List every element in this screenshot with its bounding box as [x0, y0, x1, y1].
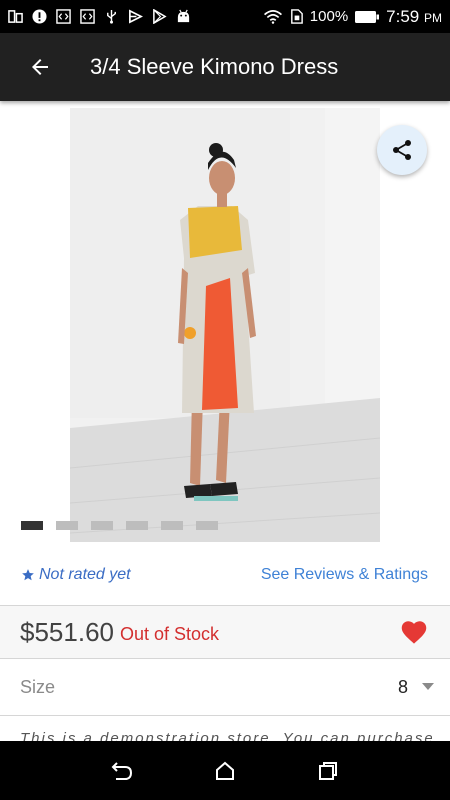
dropdown-arrow-icon [422, 683, 434, 690]
arrow-back-icon [32, 59, 48, 75]
product-photo[interactable] [70, 108, 380, 542]
back-button[interactable] [17, 44, 63, 90]
size-value: 8 [397, 676, 408, 697]
usb-icon [104, 9, 119, 24]
apps-icon [8, 9, 23, 24]
divider [0, 715, 450, 716]
status-bar: 100% 7:59 PM [0, 0, 450, 33]
pager-dot-1[interactable] [21, 521, 43, 530]
page-title: 3/4 Sleeve Kimono Dress [90, 54, 339, 79]
flag-icon [128, 9, 143, 24]
image-pager [21, 521, 218, 530]
clock-time: 7:59 [386, 6, 420, 26]
share-icon [393, 140, 411, 160]
alert-icon [32, 9, 47, 24]
size-row: Size 8 [0, 659, 450, 715]
battery-percent: 100% [309, 8, 349, 25]
stock-status: Out of Stock [119, 623, 220, 644]
android-icon [176, 9, 191, 24]
code-icon [56, 9, 71, 24]
play-store-icon [152, 9, 167, 24]
pager-dot-3[interactable] [91, 521, 113, 530]
star-icon [22, 569, 34, 581]
pager-dot-4[interactable] [126, 521, 148, 530]
nav-back-button[interactable] [102, 751, 142, 791]
pager-dot-5[interactable] [161, 521, 183, 530]
size-select[interactable]: 8 [398, 677, 434, 698]
size-label: Size [20, 676, 56, 697]
see-reviews-link[interactable]: See Reviews & Ratings [261, 566, 428, 584]
price: $551.60 [20, 616, 114, 647]
pager-dot-2[interactable] [56, 521, 78, 530]
nav-home-button[interactable] [205, 751, 245, 791]
rating-row: Not rated yet See Reviews & Ratings [0, 560, 450, 590]
share-button[interactable] [377, 125, 427, 175]
recents-nav-icon [319, 761, 338, 780]
code-icon [80, 9, 95, 24]
heart-icon [401, 621, 427, 644]
rating-text: Not rated yet [39, 566, 131, 583]
sim-icon [289, 9, 304, 24]
nav-bar [0, 741, 450, 800]
wifi-icon [263, 9, 283, 24]
home-nav-icon [215, 761, 234, 780]
pager-dot-6[interactable] [196, 521, 218, 530]
app-bar: 3/4 Sleeve Kimono Dress [0, 33, 450, 101]
back-nav-icon [111, 761, 132, 780]
favorite-button[interactable] [400, 618, 428, 646]
price-row: $551.60 Out of Stock [0, 606, 450, 658]
nav-recents-button[interactable] [308, 751, 348, 791]
battery-icon [354, 9, 380, 24]
clock-ampm: PM [424, 10, 442, 25]
